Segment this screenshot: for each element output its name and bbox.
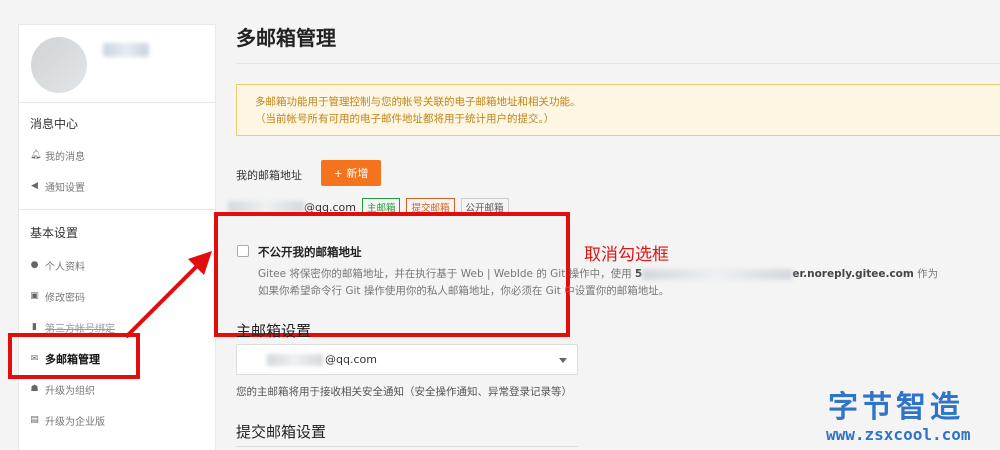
bell-icon: 🔔︎ (30, 150, 42, 160)
desc-text: 作为 (913, 268, 939, 280)
primary-email-select[interactable]: @qq.com (236, 344, 578, 375)
lock-icon: ▣ (30, 291, 39, 301)
sidebar-item-notification-settings[interactable]: ◀ 通知设置 (30, 179, 85, 195)
notice-line-1: 多邮箱功能用于管理控制与您的帐号关联的电子邮箱地址和相关功能。 (255, 96, 581, 108)
divider (19, 102, 217, 103)
user-icon: ● (30, 260, 39, 270)
sidebar-item-label: 修改密码 (45, 293, 85, 304)
avatar[interactable] (31, 37, 87, 93)
building-icon: ▤ (30, 415, 39, 425)
bookmark-icon: ▮ (32, 322, 37, 332)
my-email-label: 我的邮箱地址 (236, 169, 302, 182)
sidebar-item-label: 升级为组织 (45, 386, 95, 397)
group-icon: ☗ (30, 384, 39, 394)
sidebar: 消息中心 🔔︎ 我的消息 ◀ 通知设置 基本设置 ● 个人资料 ▣ 修改密码 ▮… (18, 24, 217, 450)
sidebar-item-label: 升级为企业版 (45, 417, 105, 428)
blurred-username (103, 43, 149, 57)
sidebar-group-messages: 消息中心 (30, 117, 79, 131)
page-title: 多邮箱管理 (236, 26, 336, 50)
watermark-url: www.zsxcool.com (826, 425, 971, 444)
sidebar-item-label: 通知设置 (45, 183, 85, 194)
sidebar-item-upgrade-org[interactable]: ☗ 升级为组织 (30, 382, 95, 398)
sidebar-item-my-messages[interactable]: 🔔︎ 我的消息 (30, 148, 85, 164)
primary-email-note: 您的主邮箱将用于接收相关安全通知（安全操作通知、异常登录记录等） (236, 386, 572, 398)
submit-email-select[interactable] (236, 446, 578, 450)
arrow-annotation-icon (124, 251, 212, 339)
primary-email-section-title: 主邮箱设置 (236, 322, 312, 340)
privacy-desc-line-1: Gitee 将保密你的邮箱地址，并在执行基于 Web | WebIde 的 Gi… (258, 266, 938, 281)
add-email-button[interactable]: + 新增 (321, 160, 381, 186)
desc-bold-text: 5 (635, 268, 643, 280)
sidebar-item-profile[interactable]: ● 个人资料 (30, 258, 85, 274)
speaker-icon: ◀ (31, 181, 38, 191)
chevron-down-icon (559, 358, 567, 363)
annotation-text: 取消勾选框 (584, 245, 669, 265)
sidebar-item-upgrade-enterprise[interactable]: ▤ 升级为企业版 (30, 413, 105, 429)
hide-email-checkbox-label[interactable]: 不公开我的邮箱地址 (258, 244, 362, 260)
sidebar-item-label: 我的消息 (45, 152, 85, 163)
submit-email-section-title: 提交邮箱设置 (236, 423, 327, 441)
divider (236, 63, 1000, 64)
divider (19, 209, 217, 210)
primary-email-value: @qq.com (325, 353, 377, 366)
info-notice: 多邮箱功能用于管理控制与您的帐号关联的电子邮箱地址和相关功能。 （当前帐号所有可… (236, 84, 1000, 136)
blurred-email (267, 353, 323, 366)
desc-text: Gitee 将保密你的邮箱地址，并在执行基于 Web | WebIde 的 Gi… (258, 268, 636, 280)
hide-email-checkbox[interactable] (237, 245, 249, 257)
privacy-desc-line-2: 如果你希望命令行 Git 操作使用你的私人邮箱地址，你必须在 Git 中设置你的… (258, 285, 670, 297)
blurred-noreply-email (642, 268, 793, 280)
sidebar-item-change-password[interactable]: ▣ 修改密码 (30, 289, 85, 305)
watermark-logo: 字节智造 (828, 390, 964, 425)
notice-line-2: （当前帐号所有可用的电子邮件地址都将用于统计用户的提交。） (255, 113, 555, 125)
desc-noreply-domain: er.noreply.gitee.com (792, 268, 914, 280)
sidebar-item-label: 个人资料 (45, 262, 85, 273)
sidebar-group-basic: 基本设置 (30, 226, 79, 240)
